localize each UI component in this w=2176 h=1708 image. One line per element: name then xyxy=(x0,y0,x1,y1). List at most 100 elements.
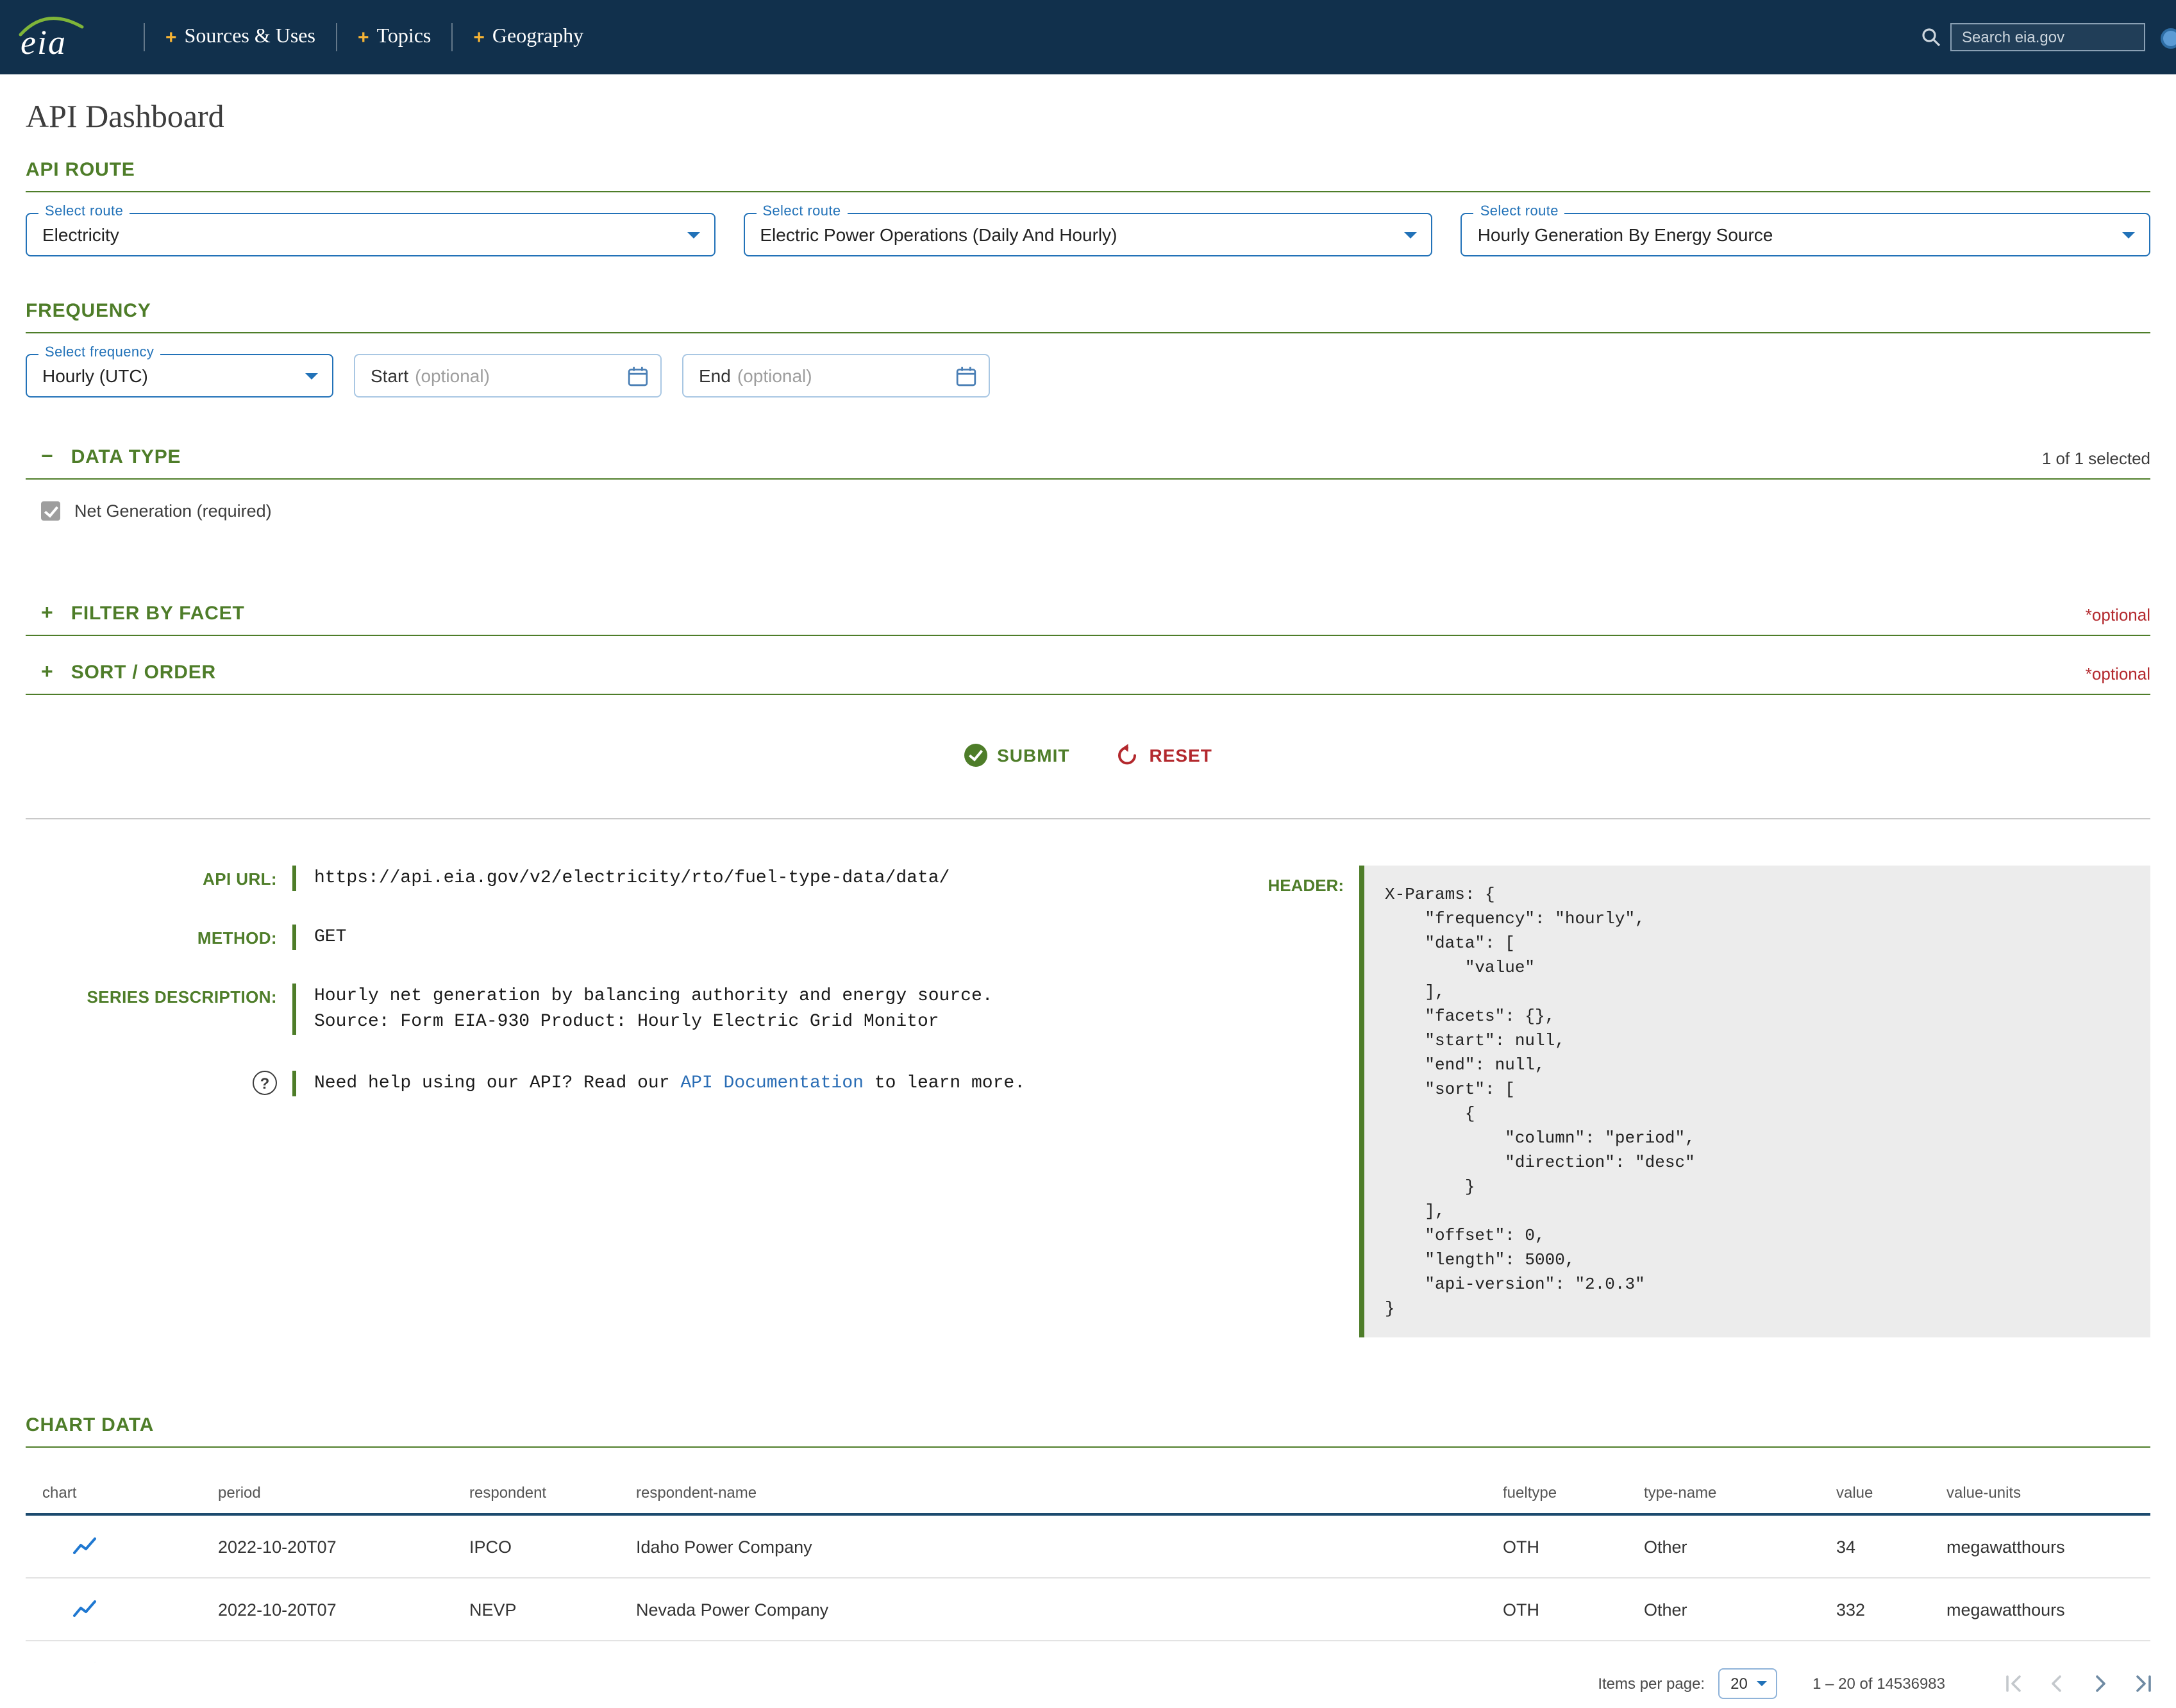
route-select-row: Select route Electricity Select route El… xyxy=(26,213,2150,256)
sort-optional-note: *optional xyxy=(2086,664,2150,683)
start-date-field[interactable]: Start (optional) xyxy=(354,354,662,398)
plus-icon: + xyxy=(165,26,177,48)
submit-button[interactable]: SUBMIT xyxy=(964,744,1069,767)
frequency-section: FREQUENCY Select frequency Hourly (UTC) … xyxy=(26,300,2150,398)
nav-label: Geography xyxy=(492,26,583,49)
select-label: Select route xyxy=(756,204,847,219)
col-value-units: value-units xyxy=(1946,1484,2150,1502)
pagination-range: 1 – 20 of 14536983 xyxy=(1812,1675,1945,1693)
nav-label: Topics xyxy=(377,26,431,49)
data-type-heading: DATA TYPE xyxy=(71,446,181,468)
cell-value: 332 xyxy=(1836,1600,1946,1619)
select-value: Electric Power Operations (Daily And Hou… xyxy=(760,224,1117,245)
cell-value-units: megawatthours xyxy=(1946,1537,2150,1556)
line-chart-icon[interactable] xyxy=(72,1596,97,1622)
collapse-minus-icon[interactable]: − xyxy=(26,448,53,466)
select-value: Hourly (UTC) xyxy=(42,365,148,386)
first-page-button[interactable] xyxy=(2002,1672,2025,1695)
calendar-icon[interactable] xyxy=(627,365,649,387)
main-nav: + Sources & Uses + Topics + Geography xyxy=(144,18,604,56)
nav-label: Sources & Uses xyxy=(185,26,315,49)
route-select-series[interactable]: Select route Hourly Generation By Energy… xyxy=(1461,213,2150,256)
series-description-row: SERIES DESCRIPTION: Hourly net generatio… xyxy=(26,984,1257,1035)
cell-type-name: Other xyxy=(1644,1537,1836,1556)
chevron-down-icon xyxy=(2122,232,2135,239)
top-navbar: eia + Sources & Uses + Topics + Geograph… xyxy=(0,0,2176,74)
check-circle-icon xyxy=(964,744,987,767)
cell-period: 2022-10-20T07 xyxy=(218,1537,469,1556)
api-route-heading-row: API ROUTE xyxy=(26,159,2150,192)
expand-plus-icon[interactable]: + xyxy=(26,605,53,623)
nav-topics[interactable]: + Topics xyxy=(336,23,451,51)
api-documentation-link[interactable]: API Documentation xyxy=(680,1073,864,1094)
col-respondent-name: respondent-name xyxy=(636,1484,1503,1502)
pagination-bar: Items per page: 20 1 – 20 of 14536983 xyxy=(0,1663,2176,1708)
eia-logo[interactable]: eia xyxy=(18,12,85,63)
search-input[interactable] xyxy=(1950,23,2145,51)
cell-period: 2022-10-20T07 xyxy=(218,1600,469,1619)
select-label: Select route xyxy=(38,204,130,219)
nav-sources-uses[interactable]: + Sources & Uses xyxy=(144,23,336,51)
end-date-field[interactable]: End (optional) xyxy=(682,354,990,398)
data-type-heading-row: − DATA TYPE 1 of 1 selected xyxy=(26,446,2150,480)
net-generation-row: Net Generation (required) xyxy=(26,501,2150,521)
series-description-line1: Hourly net generation by balancing autho… xyxy=(314,984,1257,1009)
route-select-subcategory[interactable]: Select route Electric Power Operations (… xyxy=(743,213,1432,256)
chevron-down-icon xyxy=(687,232,699,239)
sort-order-section: + SORT / ORDER *optional xyxy=(26,662,2150,695)
help-question-icon[interactable]: ? xyxy=(253,1071,277,1095)
next-page-button[interactable] xyxy=(2089,1672,2112,1695)
cell-respondent-name: Idaho Power Company xyxy=(636,1537,1503,1556)
line-chart-icon[interactable] xyxy=(72,1534,97,1559)
cell-value: 34 xyxy=(1836,1537,1946,1556)
date-field-placeholder: (optional) xyxy=(737,365,812,386)
api-details-right: HEADER: X-Params: { "frequency": "hourly… xyxy=(1257,866,2150,1337)
reset-label: RESET xyxy=(1149,745,1212,766)
nav-geography[interactable]: + Geography xyxy=(451,23,604,51)
form-actions: SUBMIT RESET xyxy=(26,744,2150,767)
filter-heading-row: + FILTER BY FACET *optional xyxy=(26,603,2150,636)
main-content: API Dashboard API ROUTE Select route Ele… xyxy=(0,74,2176,1704)
page-title: API Dashboard xyxy=(26,100,2150,136)
feedback-widget-icon[interactable] xyxy=(2161,28,2176,49)
series-description-label: SERIES DESCRIPTION: xyxy=(26,984,277,1007)
select-label: Select route xyxy=(1474,204,1565,219)
search-icon[interactable] xyxy=(1921,27,1941,47)
date-field-placeholder: (optional) xyxy=(415,365,490,386)
route-select-category[interactable]: Select route Electricity xyxy=(26,213,715,256)
frequency-select[interactable]: Select frequency Hourly (UTC) xyxy=(26,354,333,398)
api-route-section: API ROUTE Select route Electricity Selec… xyxy=(26,159,2150,256)
api-url-row: API URL: https://api.eia.gov/v2/electric… xyxy=(26,866,1257,891)
col-period: period xyxy=(218,1484,469,1502)
cell-respondent: IPCO xyxy=(469,1537,636,1556)
sort-order-heading: SORT / ORDER xyxy=(71,662,216,683)
expand-plus-icon[interactable]: + xyxy=(26,664,53,682)
chevron-down-icon xyxy=(305,373,318,380)
data-type-selected-count: 1 of 1 selected xyxy=(2042,449,2150,468)
table-row: 2022-10-20T07 IPCO Idaho Power Company O… xyxy=(26,1516,2150,1578)
chevron-down-icon xyxy=(1405,232,1418,239)
help-text: Need help using our API? Read our API Do… xyxy=(292,1071,1257,1096)
previous-page-button[interactable] xyxy=(2045,1672,2068,1695)
select-value: Hourly Generation By Energy Source xyxy=(1478,224,1773,245)
page-root: eia + Sources & Uses + Topics + Geograph… xyxy=(0,0,2176,1708)
items-per-page-select[interactable]: 20 xyxy=(1718,1668,1777,1699)
select-label: Select frequency xyxy=(38,345,160,360)
last-page-button[interactable] xyxy=(2132,1672,2155,1695)
chart-data-heading: CHART DATA xyxy=(26,1414,154,1436)
cell-fueltype: OTH xyxy=(1503,1600,1644,1619)
reset-arrow-icon xyxy=(1116,744,1139,767)
reset-button[interactable]: RESET xyxy=(1116,744,1212,767)
net-generation-checkbox[interactable] xyxy=(41,501,60,521)
cell-type-name: Other xyxy=(1644,1600,1836,1619)
calendar-icon[interactable] xyxy=(955,365,977,387)
chevron-down-icon xyxy=(1756,1681,1766,1686)
table-header-row: chart period respondent respondent-name … xyxy=(26,1484,2150,1516)
data-type-section: − DATA TYPE 1 of 1 selected Net Generati… xyxy=(26,446,2150,521)
frequency-heading: FREQUENCY xyxy=(26,300,151,322)
help-icon-cell: ? xyxy=(26,1071,277,1095)
chart-data-heading-row: CHART DATA xyxy=(26,1414,2150,1448)
filter-by-facet-section: + FILTER BY FACET *optional xyxy=(26,603,2150,636)
api-url-value: https://api.eia.gov/v2/electricity/rto/f… xyxy=(292,866,1257,891)
col-value: value xyxy=(1836,1484,1946,1502)
